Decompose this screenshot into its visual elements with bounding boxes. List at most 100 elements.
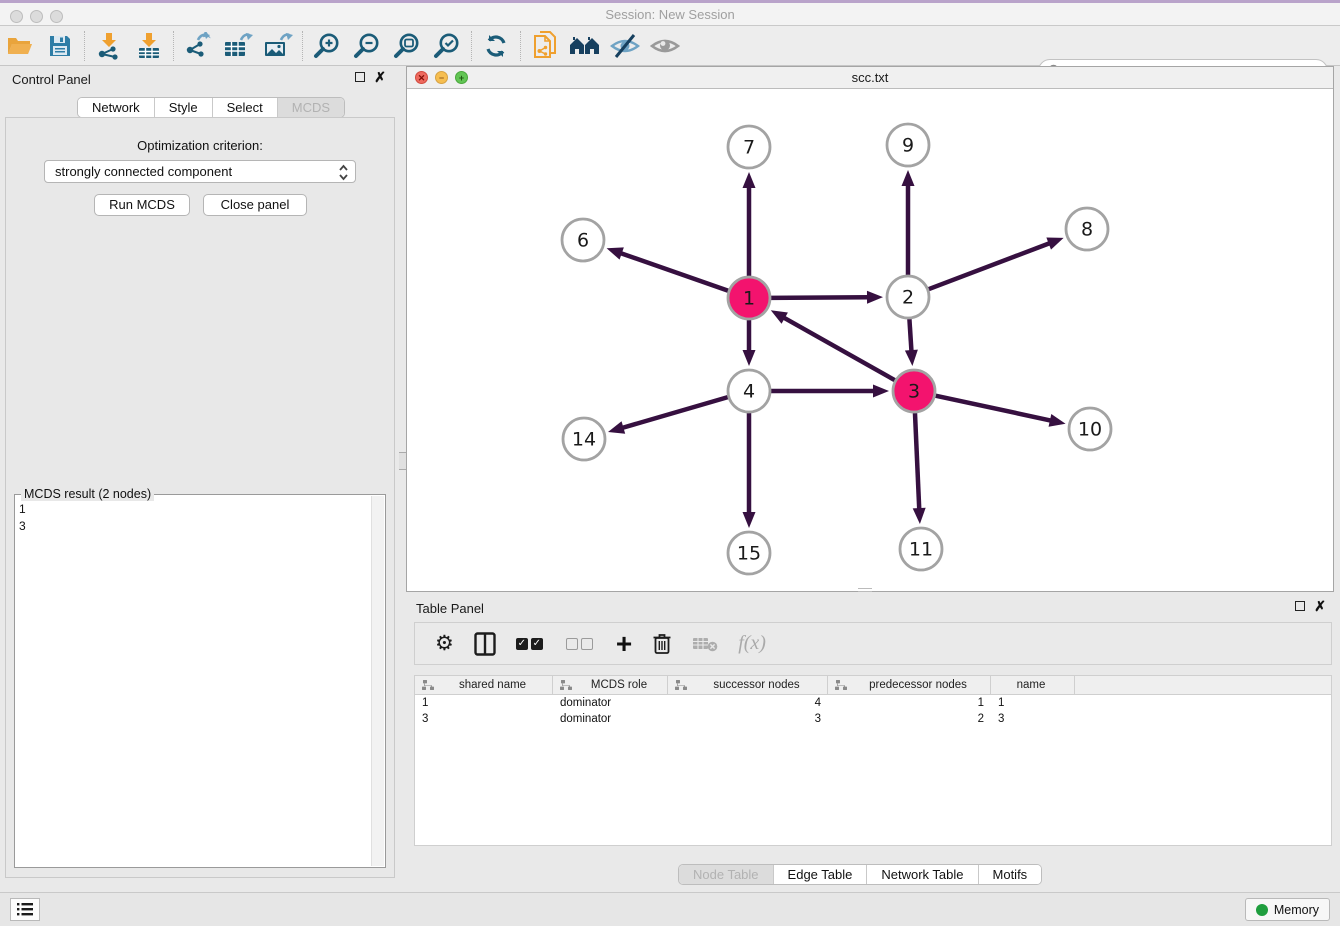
graph-node-label: 8 [1081,219,1093,241]
graph-node-label: 10 [1078,419,1102,441]
select-all-checkboxes-icon[interactable]: ✓✓ [516,638,546,650]
table-row[interactable]: 3dominator323 [415,711,1331,727]
table-cell: 4 [668,695,828,711]
deselect-checkboxes-icon[interactable] [566,638,596,650]
graph-edge[interactable] [936,396,1052,421]
criterion-value: strongly connected component [55,164,232,179]
dropdown-stepper-icon [338,163,349,185]
column-sort-icon[interactable] [560,679,573,691]
tab-edge-table[interactable]: Edge Table [774,865,868,884]
optimization-criterion-label: Optimization criterion: [6,138,394,153]
zoom-window-icon[interactable] [50,10,63,23]
column-layout-icon[interactable] [474,632,496,656]
zoom-fit-icon[interactable] [387,28,427,64]
toolbar-separator [173,31,174,61]
float-panel-icon[interactable] [355,72,365,82]
run-mcds-button[interactable]: Run MCDS [94,194,190,216]
column-header[interactable]: predecessor nodes [828,676,991,694]
table-row[interactable]: 1dominator411 [415,695,1331,711]
control-panel-tabs: Network Style Select MCDS [77,97,345,118]
result-scrollbar[interactable] [371,496,384,866]
table-panel: Table Panel ✗ ⚙ ✓✓ + f(x) shared nameMCD… [406,592,1340,892]
tab-mcds[interactable]: MCDS [278,98,344,117]
new-network-icon[interactable] [525,28,565,64]
edge-arrowhead-icon [902,170,915,186]
graph-edge[interactable] [620,253,728,291]
column-header[interactable]: MCDS role [553,676,668,694]
graph-node-label: 14 [572,429,596,451]
delete-table-icon [692,635,718,653]
toolbar-separator [84,31,85,61]
column-header[interactable]: shared name [415,676,553,694]
column-sort-icon[interactable] [675,679,688,691]
network-canvas[interactable]: 7968124314101511 [407,89,1333,591]
column-sort-icon[interactable] [422,679,435,691]
edge-arrowhead-icon [1049,414,1066,427]
minimize-network-icon[interactable]: − [435,71,448,84]
memory-button[interactable]: Memory [1245,898,1330,921]
zoom-selected-icon[interactable] [427,28,467,64]
graph-node-label: 6 [577,230,589,252]
graph-edge[interactable] [771,297,869,298]
window-title: Session: New Session [0,3,1340,26]
delete-column-icon[interactable] [652,632,672,655]
close-window-icon[interactable] [10,10,23,23]
column-header[interactable]: successor nodes [668,676,828,694]
table-cell: 1 [415,695,553,711]
close-network-icon[interactable]: ✕ [415,71,428,84]
gear-icon[interactable]: ⚙ [435,631,454,656]
add-column-icon[interactable]: + [616,634,632,654]
graph-edge[interactable] [621,397,727,428]
tab-network[interactable]: Network [78,98,155,117]
tab-style[interactable]: Style [155,98,213,117]
status-bar: Memory [0,892,1340,926]
show-all-networks-icon[interactable] [565,28,605,64]
edge-arrowhead-icon [743,350,756,366]
export-table-icon[interactable] [218,28,258,64]
float-table-panel-icon[interactable] [1295,601,1305,611]
export-network-icon[interactable] [178,28,218,64]
graph-edge[interactable] [909,319,911,352]
toolbar-separator [302,31,303,61]
tab-network-table[interactable]: Network Table [867,865,978,884]
table-header-row: shared nameMCDS rolesuccessor nodesprede… [415,676,1331,695]
memory-label: Memory [1274,903,1319,917]
window-controls[interactable] [10,10,63,23]
network-window-titlebar[interactable]: ✕ − + scc.txt [407,67,1333,89]
column-sort-icon[interactable] [835,679,848,691]
toolbar-separator [520,31,521,61]
control-panel-title: Control Panel [12,72,91,87]
table-cell: 2 [828,711,991,727]
import-table-icon[interactable] [129,28,169,64]
tab-motifs[interactable]: Motifs [979,865,1042,884]
task-history-button[interactable] [10,898,40,921]
column-header[interactable]: name [991,676,1075,694]
close-panel-icon[interactable]: ✗ [374,71,386,83]
panel-splitter-handle[interactable] [399,452,406,470]
minimize-window-icon[interactable] [30,10,43,23]
graph-edge[interactable] [915,413,919,510]
refresh-icon[interactable] [476,28,516,64]
export-image-icon[interactable] [258,28,298,64]
hide-selected-icon[interactable] [605,28,645,64]
toolbar-separator [471,31,472,61]
tab-select[interactable]: Select [213,98,278,117]
tab-node-table[interactable]: Node Table [679,865,774,884]
criterion-dropdown[interactable]: strongly connected component [44,160,356,183]
zoom-out-icon[interactable] [347,28,387,64]
graph-node-label: 1 [743,288,755,310]
close-panel-button[interactable]: Close panel [203,194,307,216]
zoom-in-icon[interactable] [307,28,347,64]
graph-edge[interactable] [929,243,1051,289]
close-table-panel-icon[interactable]: ✗ [1314,600,1326,612]
show-eye-icon[interactable] [645,28,685,64]
mcds-panel: Optimization criterion: strongly connect… [5,117,395,878]
mcds-result-box: MCDS result (2 nodes) 13 [14,494,386,868]
open-session-icon[interactable] [0,28,40,64]
import-network-icon[interactable] [89,28,129,64]
maximize-network-icon[interactable]: + [455,71,468,84]
graph-node-label: 2 [902,287,914,309]
save-session-icon[interactable] [40,28,80,64]
graph-edge[interactable] [783,317,895,380]
graph-node-label: 3 [908,381,920,403]
